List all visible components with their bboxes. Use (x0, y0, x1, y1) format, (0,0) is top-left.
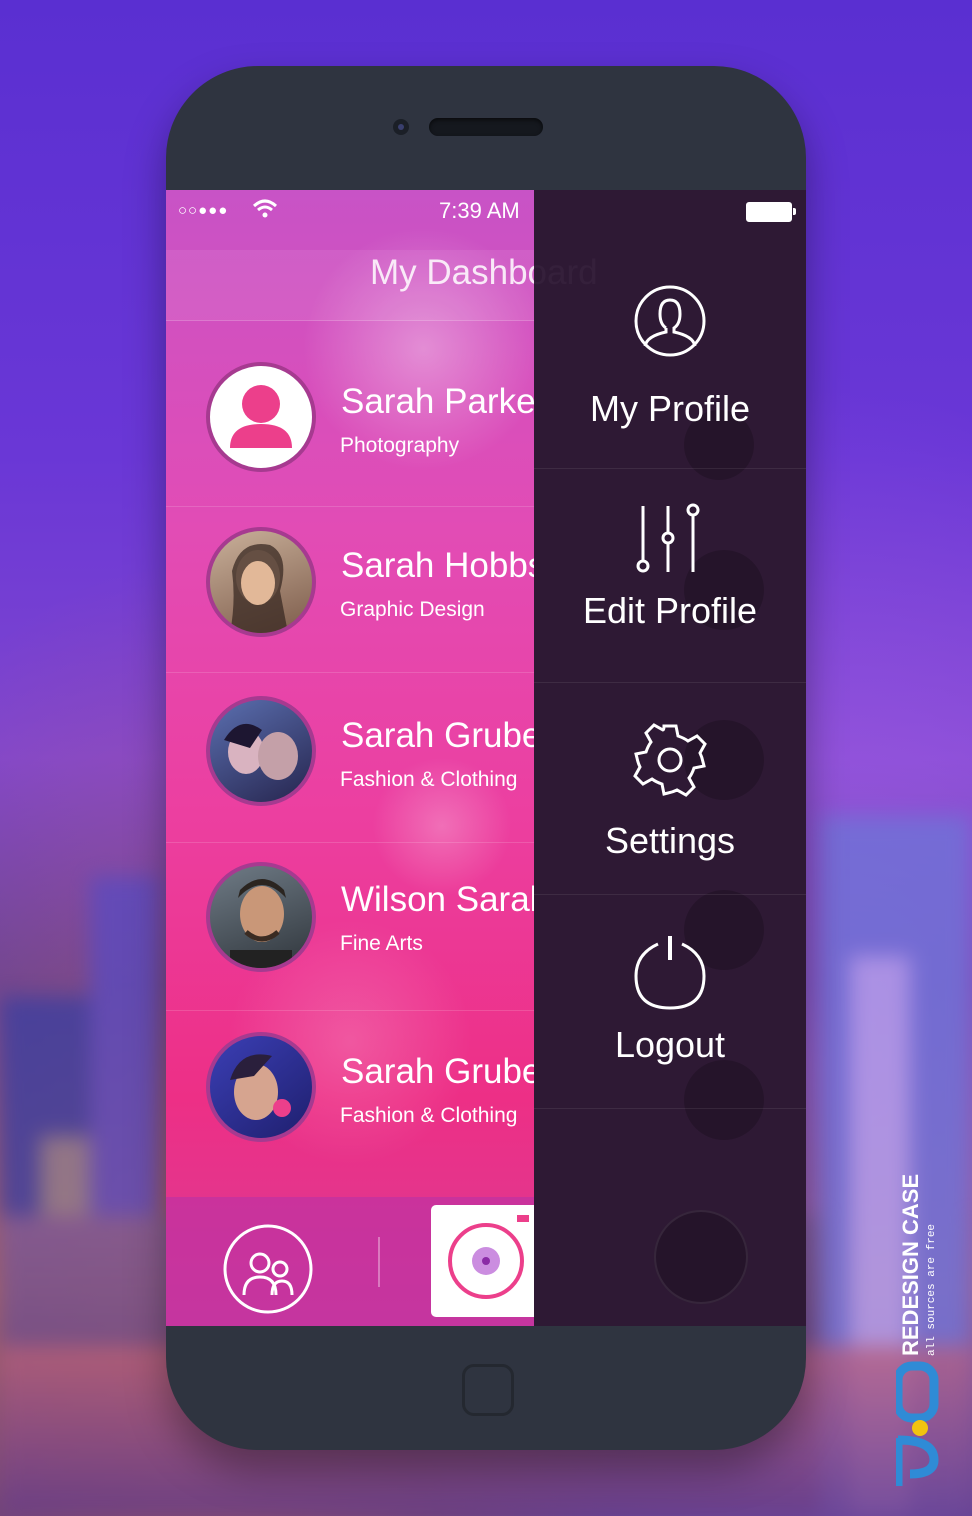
contact-name: Sarah Gruber (341, 1052, 534, 1091)
tab-bar (166, 1197, 534, 1326)
contact-field: Fashion & Clothing (340, 1104, 518, 1127)
avatar (206, 527, 316, 637)
list-item[interactable]: Sarah Gruber Fashion & Clothing (166, 1010, 534, 1197)
avatar-placeholder-icon (206, 362, 316, 472)
signal-strength: ○○●●● (178, 202, 229, 219)
contact-name: Sarah Gruber (341, 716, 534, 755)
svg-text:all sources are free: all sources are free (926, 1224, 938, 1356)
battery-icon (746, 202, 796, 222)
app-screen: Sarah Parker Photography Sarah Hobbs Gra… (166, 190, 806, 1326)
menu-item-logout[interactable]: Logout (534, 894, 806, 1109)
redesign-case-logo: REDESIGN CASE all sources are free (893, 1170, 946, 1490)
gear-icon (630, 720, 710, 805)
menu-item-my-profile[interactable]: My Profile (534, 250, 806, 469)
contact-field: Graphic Design (340, 598, 485, 621)
avatar (206, 862, 316, 972)
list-item[interactable]: Sarah Hobbs Graphic Design (166, 506, 534, 673)
contact-field: Fashion & Clothing (340, 768, 518, 791)
sliders-icon (633, 502, 707, 583)
user-circle-icon (633, 284, 707, 363)
menu-item-edit-profile[interactable]: Edit Profile (534, 468, 806, 683)
earpiece-speaker (429, 118, 543, 136)
phone-frame: Sarah Parker Photography Sarah Hobbs Gra… (166, 66, 806, 1450)
list-item[interactable]: Wilson Sarah Fine Arts (166, 842, 534, 1011)
front-camera (393, 119, 409, 135)
contact-name: Sarah Parker (341, 382, 534, 421)
people-icon[interactable] (222, 1223, 314, 1320)
ghost-tab-icon (654, 1210, 748, 1304)
menu-item-settings[interactable]: Settings (534, 682, 806, 895)
menu-label: Logout (614, 1024, 726, 1065)
side-menu: My Profile Edit Profile Settings Logout (534, 190, 806, 1326)
menu-label: My Profile (589, 388, 751, 429)
list-item[interactable]: Sarah Gruber Fashion & Clothing (166, 672, 534, 843)
list-item[interactable]: Sarah Parker Photography (166, 320, 534, 507)
home-button[interactable] (462, 1364, 514, 1416)
svg-text:REDESIGN CASE: REDESIGN CASE (898, 1174, 923, 1356)
avatar (206, 696, 316, 806)
wifi-icon (252, 198, 278, 225)
avatar (206, 1032, 316, 1142)
contact-name: Wilson Sarah (341, 880, 534, 919)
menu-label: Edit Profile (582, 590, 758, 631)
contact-name: Sarah Hobbs (341, 546, 534, 585)
power-icon (630, 932, 710, 1019)
contact-field: Photography (340, 434, 460, 457)
dashboard-panel: Sarah Parker Photography Sarah Hobbs Gra… (166, 190, 534, 1326)
tab-divider (378, 1237, 380, 1287)
camera-tab-button[interactable] (431, 1205, 534, 1317)
menu-label: Settings (604, 820, 736, 861)
contact-field: Fine Arts (340, 932, 423, 955)
status-time: 7:39 AM (439, 198, 520, 223)
